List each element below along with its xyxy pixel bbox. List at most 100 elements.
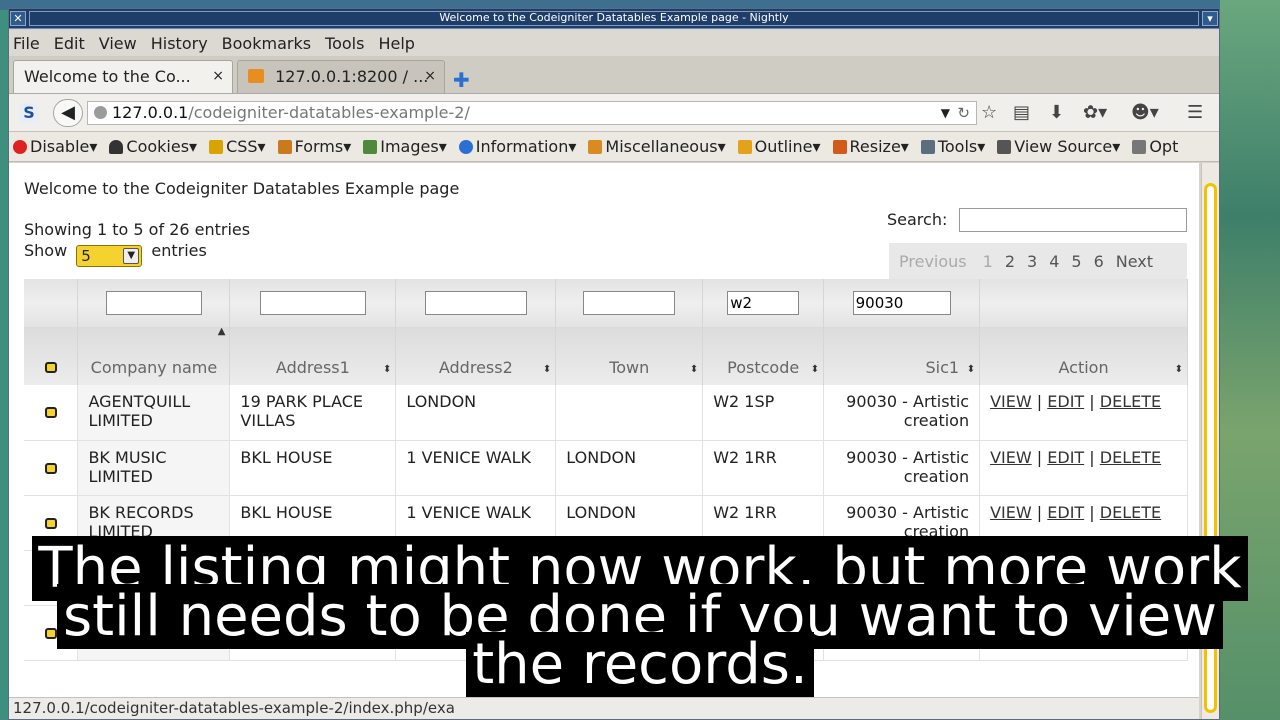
view-link[interactable]: VIEW [990,503,1032,522]
menu-file[interactable]: File [13,34,40,53]
column-header-postcode[interactable]: Postcode ⬍ [702,327,825,385]
menu-edit[interactable]: Edit [54,34,85,53]
separator: | [1036,502,1043,522]
filter-cell [979,279,1188,327]
close-icon[interactable]: × [212,68,224,84]
address1-filter-input[interactable] [259,291,366,315]
profile-icon[interactable]: ☻▾ [1131,102,1159,123]
address1-cell: BKL HOUSE [229,440,397,496]
bookmark-star-icon[interactable]: ☆ [981,102,997,123]
menu-bookmarks[interactable]: Bookmarks [222,34,311,53]
next-button[interactable]: Next [1110,252,1159,271]
new-tab-icon[interactable]: ✚ [453,68,470,92]
devbar-disable[interactable]: Disable▾ [13,137,97,156]
menu-view[interactable]: View [99,34,137,53]
devbar-view-source[interactable]: View Source▾ [997,137,1120,156]
select-all-checkbox[interactable] [44,362,57,373]
header-row: Company name ▲ Address1 ⬍ Address2 ⬍ Town ⬍ … [24,326,1188,385]
column-header-address2[interactable]: Address2 ⬍ [395,327,557,385]
reload-icon[interactable]: ↻ [957,102,970,124]
images-icon [363,140,378,154]
view-source-icon [997,140,1012,154]
devbar-tools[interactable]: Tools▾ [920,137,985,156]
hamburger-menu-icon[interactable]: ☰ [1187,102,1203,123]
devbar-outline[interactable]: Outline▾ [737,137,821,156]
filter-cell [823,279,981,327]
row-checkbox[interactable] [44,517,57,529]
extension-icon[interactable]: ✿▾ [1083,102,1107,123]
filter-cell [555,279,704,327]
delete-link[interactable]: DELETE [1100,392,1161,411]
pagination: Previous 1 2 3 4 5 6 Next [889,243,1187,279]
tab-bar: Welcome to the Co... × 127.0.0.1:8200 / … [9,56,1219,94]
page-1-button[interactable]: 1 [976,251,999,271]
url-host: 127.0.0.1 [112,103,189,122]
window-menu-icon[interactable]: ✕ [10,11,26,26]
town-filter-input[interactable] [583,291,676,315]
devbar-information[interactable]: Information▾ [458,137,576,156]
tab-phpmyadmin[interactable]: 127.0.0.1:8200 / ... × [237,60,445,93]
view-link[interactable]: VIEW [990,392,1032,411]
delete-link[interactable]: DELETE [1100,503,1161,522]
edit-link[interactable]: EDIT [1047,448,1084,467]
menu-bar: File Edit View History Bookmarks Tools H… [9,30,1219,56]
miscellaneous-icon [588,140,603,154]
menu-history[interactable]: History [151,34,208,53]
column-header-address1[interactable]: Address1 ⬍ [229,327,397,385]
search-label: Search: [887,210,948,229]
download-icon[interactable]: ⬇ [1049,102,1064,123]
devbar-forms[interactable]: Forms▾ [277,137,351,156]
column-header-town[interactable]: Town ⬍ [555,327,704,385]
menu-help[interactable]: Help [378,34,414,53]
page-2-button[interactable]: 2 [999,252,1021,271]
row-checkbox[interactable] [44,462,57,474]
title-frame [29,11,1199,26]
sort-icon: ⬍ [966,364,976,375]
cookies-icon [109,140,124,154]
column-header-company[interactable]: Company name ▲ [77,326,231,385]
row-select-cell [24,385,79,441]
devbar-images[interactable]: Images▾ [363,137,447,156]
reading-list-icon[interactable]: ▤ [1013,102,1030,123]
devbar-resize[interactable]: Resize▾ [832,137,909,156]
view-link[interactable]: VIEW [990,448,1032,467]
history-dropdown-icon[interactable]: ▼ [941,102,950,124]
column-header-sic1[interactable]: Sic1 ⬍ [823,327,981,385]
devbar-miscellaneous[interactable]: Miscellaneous▾ [588,137,726,156]
page-6-button[interactable]: 6 [1088,252,1110,271]
table-row: AGENTQUILL LIMITED 19 PARK PLACE VILLAS … [24,385,1188,441]
previous-button[interactable]: Previous [889,252,977,271]
select-all-header[interactable] [24,327,79,385]
sic1-filter-input[interactable] [852,291,951,315]
devbar-options[interactable]: Opt [1132,137,1178,156]
tab-label: Welcome to the Co... [24,67,191,86]
sidebar-icon[interactable]: S [19,103,39,123]
back-button[interactable]: ◀ [53,99,83,127]
sic1-cell: 90030 - Artistic creation [823,440,981,496]
delete-link[interactable]: DELETE [1100,448,1161,467]
page-5-button[interactable]: 5 [1065,252,1087,271]
company-filter-input[interactable] [105,291,202,315]
address2-filter-input[interactable] [424,291,527,315]
edit-link[interactable]: EDIT [1047,392,1084,411]
devbar-css[interactable]: CSS▾ [209,137,266,156]
url-bar[interactable]: 127.0.0.1/codeigniter-datatables-example… [87,101,977,125]
postcode-filter-input[interactable] [727,291,800,315]
window-titlebar[interactable]: ✕ Welcome to the Codeigniter Datatables … [9,9,1219,29]
separator: | [1089,392,1095,411]
devbar-cookies[interactable]: Cookies▾ [109,137,197,156]
tab-label: 127.0.0.1:8200 / ... [275,67,429,86]
row-checkbox[interactable] [44,407,57,418]
window-maximize-icon[interactable]: ▾ [1202,11,1218,26]
page-4-button[interactable]: 4 [1043,252,1065,271]
showing-info: Showing 1 to 5 of 26 entries [24,220,251,239]
edit-link[interactable]: EDIT [1047,503,1084,522]
tab-welcome[interactable]: Welcome to the Co... × [13,60,233,93]
filter-cell [702,279,825,327]
column-header-action[interactable]: Action ⬍ [979,327,1188,385]
menu-tools[interactable]: Tools [325,34,364,53]
search-input[interactable] [959,208,1187,232]
page-length-select[interactable]: 5 ▼ [76,245,143,267]
page-3-button[interactable]: 3 [1021,252,1043,271]
close-icon[interactable]: × [424,68,436,84]
